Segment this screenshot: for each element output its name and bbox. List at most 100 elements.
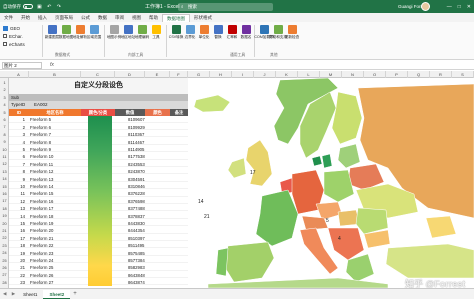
row-header[interactable]: 7 <box>0 124 9 131</box>
cell-region-name[interactable]: Freeform 27 <box>29 279 71 286</box>
cell-id[interactable]: 9 <box>9 176 26 183</box>
row-header[interactable]: 26 <box>0 265 9 272</box>
row-header[interactable]: 4 <box>0 102 9 109</box>
cell-id[interactable]: 5 <box>9 146 26 153</box>
cell-region-name[interactable]: Freeform 9 <box>29 146 71 153</box>
save-icon[interactable]: ▣ <box>37 4 44 10</box>
table-row[interactable]: 21 Freeform 25 8582983 <box>9 264 188 271</box>
cell-value[interactable]: 8643848 <box>126 272 154 279</box>
search-box[interactable]: ⌕ 搜索 <box>178 2 273 11</box>
cell-value[interactable]: 8582983 <box>126 264 154 271</box>
column-header[interactable]: J <box>254 71 276 78</box>
table-row[interactable]: 6 Freeform 10 8177538 <box>9 153 188 160</box>
close-button[interactable]: ✕ <box>467 4 471 10</box>
cell-id[interactable]: 13 <box>9 205 26 212</box>
sheet-title[interactable]: 自定义分段设色 <box>9 78 188 94</box>
table-row[interactable]: 4 Freeform 8 8114467 <box>9 139 188 146</box>
fx-icon[interactable]: fx <box>50 62 54 68</box>
cell-value[interactable]: 8243553 <box>126 161 154 168</box>
row-header[interactable]: 19 <box>0 213 9 220</box>
header-color-class[interactable]: 颜色/分类 <box>81 109 115 117</box>
cell-region-name[interactable]: Freeform 25 <box>29 264 71 271</box>
region-address-button[interactable]: 地区地址 <box>121 25 135 39</box>
header-color[interactable]: 颜色 <box>145 109 170 117</box>
table-row[interactable]: 22 Freeform 26 8643848 <box>9 272 188 279</box>
row-header[interactable]: 8 <box>0 132 9 139</box>
cell-value[interactable]: 8243870 <box>126 168 154 175</box>
region-romania[interactable] <box>355 207 389 235</box>
quick-access-toolbar[interactable]: ▣ ↶ ↷ <box>37 4 63 10</box>
row-header[interactable]: 18 <box>0 206 9 213</box>
column-header[interactable]: K <box>276 71 298 78</box>
region-czech[interactable] <box>315 201 343 221</box>
row-header[interactable]: 11 <box>0 154 9 161</box>
cell-value[interactable]: 8376598 <box>126 198 154 205</box>
table-row[interactable]: 14 Freeform 18 8378837 <box>9 213 188 220</box>
table-row[interactable]: 19 Freeform 23 8575485 <box>9 250 188 257</box>
cell-id[interactable]: 11 <box>9 190 26 197</box>
column-header[interactable]: E <box>145 71 170 78</box>
table-row[interactable]: 2 Freeform 6 8109929 <box>9 124 188 131</box>
table-row[interactable]: 23 Freeform 27 8643874 <box>9 279 188 286</box>
cell-region-name[interactable]: Freeform 17 <box>29 205 71 212</box>
cell-region-name[interactable]: Freeform 12 <box>29 168 71 175</box>
row-header[interactable]: 25 <box>0 258 9 265</box>
echart-option[interactable]: EChar. <box>3 32 39 40</box>
meta-row-typeid[interactable]: TypeID EA002 <box>9 101 188 109</box>
address-parse-button[interactable]: 地址解析 <box>73 25 87 39</box>
autosave-toggle[interactable] <box>23 4 33 9</box>
column-header[interactable]: R <box>430 71 452 78</box>
cell-region-name[interactable]: Freeform 26 <box>29 272 71 279</box>
cell-value[interactable]: 8577384 <box>126 257 154 264</box>
maximize-button[interactable]: □ <box>458 4 461 10</box>
table-row[interactable]: 8 Freeform 12 8243870 <box>9 168 188 175</box>
tab-file[interactable]: 文件 <box>0 14 17 22</box>
table-row[interactable]: 18 Freeform 22 8511495 <box>9 242 188 249</box>
column-header[interactable]: B <box>29 71 81 78</box>
cell-value[interactable]: 8378837 <box>126 213 154 220</box>
column-header[interactable]: I <box>232 71 254 78</box>
replace-button[interactable]: 替换 <box>212 25 224 39</box>
map-sample-button[interactable]: 地图示例 <box>107 25 121 39</box>
minimize-button[interactable]: — <box>447 4 452 10</box>
cell-id[interactable]: 22 <box>9 272 26 279</box>
redo-icon[interactable]: ↷ <box>57 4 63 10</box>
cell-id[interactable]: 16 <box>9 227 26 234</box>
cell-value[interactable]: 8109929 <box>126 124 154 131</box>
add-sheet-button[interactable]: + <box>73 291 77 297</box>
region-portugal[interactable] <box>215 247 229 277</box>
row-header[interactable]: 2 <box>0 87 9 94</box>
column-header[interactable]: O <box>364 71 386 78</box>
cell-id[interactable]: 21 <box>9 264 26 271</box>
cell-value[interactable]: 8575485 <box>126 250 154 257</box>
row-header[interactable]: 24 <box>0 250 9 257</box>
row-header[interactable]: 13 <box>0 169 9 176</box>
header-region-name[interactable]: 地区名称 <box>29 109 81 117</box>
cell-id[interactable]: 15 <box>9 220 26 227</box>
cell-value[interactable]: 8310846 <box>126 183 154 190</box>
header-note[interactable]: 备注 <box>170 109 188 117</box>
table-row[interactable]: 13 Freeform 17 8377488 <box>9 205 188 212</box>
cell-region-name[interactable]: Freeform 21 <box>29 235 71 242</box>
cell-region-name[interactable]: Freeform 18 <box>29 213 71 220</box>
cell-value[interactable]: 8443830 <box>126 220 154 227</box>
cell-value[interactable]: 8177538 <box>126 153 154 160</box>
cell-id[interactable]: 20 <box>9 257 26 264</box>
column-header[interactable]: H <box>210 71 232 78</box>
region-france[interactable] <box>255 189 299 247</box>
avatar[interactable] <box>421 2 430 11</box>
column-header[interactable]: P <box>386 71 408 78</box>
tab-help[interactable]: 帮助 <box>145 14 162 22</box>
cell-value[interactable]: 8109607 <box>126 116 154 123</box>
tab-insert[interactable]: 插入 <box>34 14 51 22</box>
row-header[interactable]: 28 <box>0 280 9 287</box>
cell-region-name[interactable]: Freeform 16 <box>29 198 71 205</box>
row-header[interactable]: 22 <box>0 235 9 242</box>
table-row[interactable]: 3 Freeform 7 8110367 <box>9 131 188 138</box>
cell-region-name[interactable]: Freeform 23 <box>29 250 71 257</box>
cell-id[interactable]: 23 <box>9 279 26 286</box>
update-check-button[interactable]: 更新检查 <box>285 25 299 39</box>
row-header[interactable]: 6 <box>0 117 9 124</box>
cell-value[interactable]: 8377488 <box>126 205 154 212</box>
column-header[interactable]: Q <box>408 71 430 78</box>
